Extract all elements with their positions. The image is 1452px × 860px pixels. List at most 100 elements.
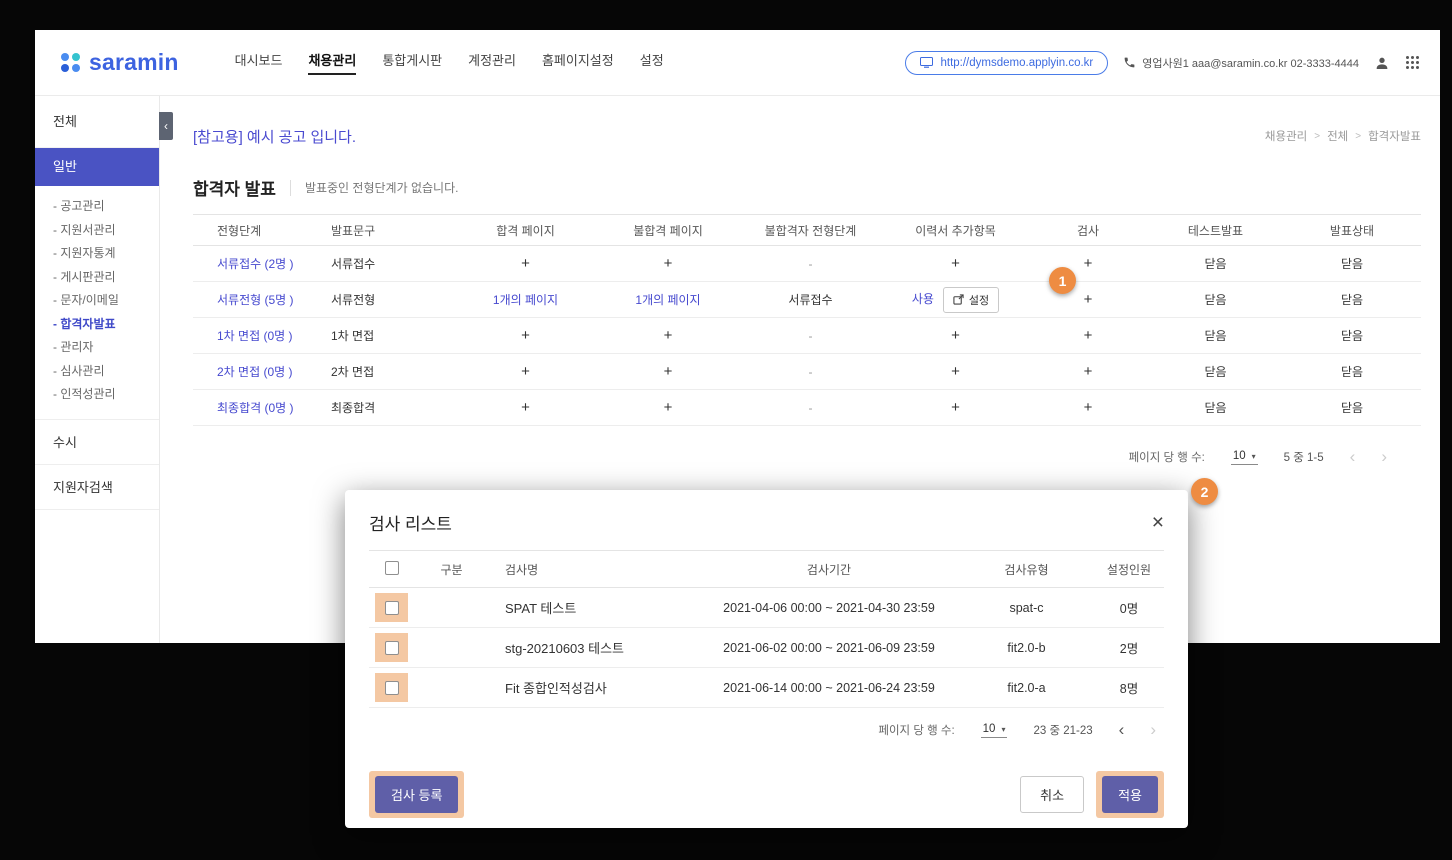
add-test-button[interactable]: +: [1084, 291, 1093, 308]
section-note: 발표중인 전형단계가 없습니다.: [304, 181, 459, 195]
pass-page-link[interactable]: 1개의 페이지: [493, 293, 558, 307]
phrase-text: 최종합격: [331, 401, 376, 415]
register-test-button[interactable]: 검사 등록: [375, 776, 459, 813]
nav-settings[interactable]: 설정: [640, 50, 664, 75]
nav-account-management[interactable]: 계정관리: [468, 50, 516, 75]
sidebar-item-admin[interactable]: - 관리자: [35, 336, 159, 360]
row-checkbox[interactable]: [384, 640, 399, 655]
annotation-badge-2: 2: [1191, 478, 1218, 505]
sidebar-item-pass-announcement[interactable]: - 합격자발표: [35, 313, 159, 337]
top-header: saramin 대시보드 채용관리 통합게시판 계정관리 홈페이지설정 설정 h…: [35, 30, 1440, 96]
breadcrumb-recruit[interactable]: 채용관리: [1265, 128, 1307, 144]
stage-link[interactable]: 1차 면접 (0명 ): [217, 329, 293, 343]
sidebar-group-susi[interactable]: 수시: [35, 420, 159, 465]
nav-integrated-board[interactable]: 통합게시판: [382, 50, 442, 75]
sidebar-group-general[interactable]: 일반: [35, 148, 159, 186]
sidebar-item-sms-email[interactable]: - 문자/이메일: [35, 289, 159, 313]
fail-page-link[interactable]: 1개의 페이지: [635, 293, 700, 307]
close-icon[interactable]: ×: [1152, 512, 1164, 533]
nav-recruit-management[interactable]: 채용관리: [308, 50, 357, 75]
add-pass-page-button[interactable]: +: [521, 327, 530, 344]
announce-status: 닫음: [1340, 365, 1364, 379]
section-header: 합격자 발표 발표중인 전형단계가 없습니다.: [193, 175, 1440, 200]
row-checkbox[interactable]: [384, 600, 399, 615]
add-pass-page-button[interactable]: +: [521, 399, 530, 416]
page-title: 합격자 발표: [193, 180, 276, 199]
add-pass-page-button[interactable]: +: [521, 363, 530, 380]
contact-text: 영업사원1 aaa@saramin.co.kr 02-3333-4444: [1142, 57, 1359, 70]
next-page-button[interactable]: ›: [1381, 448, 1387, 465]
modal-title: 검사 리스트: [369, 515, 452, 534]
table-row: 1차 면접 (0명 ) 1차 면접 + + - + + 닫음 닫음: [193, 317, 1421, 354]
job-posting-title[interactable]: [참고용] 예시 공고 입니다.: [193, 126, 356, 147]
monitor-icon: [920, 57, 934, 68]
add-resume-extra-button[interactable]: +: [951, 327, 960, 344]
sidebar-item-aptitude-mgmt[interactable]: - 인적성관리: [35, 383, 159, 407]
next-page-button[interactable]: ›: [1150, 721, 1156, 738]
page-title-row: [참고용] 예시 공고 입니다. 채용관리 > 전체 > 합격자발표: [193, 124, 1421, 148]
add-resume-extra-button[interactable]: +: [951, 399, 960, 416]
add-fail-page-button[interactable]: +: [664, 327, 673, 344]
add-pass-page-button[interactable]: +: [521, 255, 530, 272]
announce-status: 닫음: [1340, 293, 1364, 307]
col-fail-stage: 불합격자 전형단계: [738, 214, 883, 246]
stage-link[interactable]: 최종합격 (0명 ): [217, 401, 294, 415]
rows-per-page-select[interactable]: 10 ▾: [980, 721, 1008, 738]
announcement-table: 전형단계 발표문구 합격 페이지 불합격 페이지 불합격자 전형단계 이력서 추…: [193, 214, 1421, 426]
breadcrumb-all[interactable]: 전체: [1327, 128, 1348, 144]
account-contact: 영업사원1 aaa@saramin.co.kr 02-3333-4444: [1123, 55, 1359, 71]
sidebar-item-posting-mgmt[interactable]: - 공고관리: [35, 195, 159, 219]
add-fail-page-button[interactable]: +: [664, 399, 673, 416]
phrase-text: 2차 면접: [331, 365, 375, 379]
rows-per-page-label: 페이지 당 행 수:: [878, 724, 955, 737]
main-nav: 대시보드 채용관리 통합게시판 계정관리 홈페이지설정 설정: [235, 50, 664, 75]
row-checkbox[interactable]: [384, 680, 399, 695]
add-test-button[interactable]: +: [1084, 363, 1093, 380]
add-fail-page-button[interactable]: +: [664, 255, 673, 272]
table-header-row: 구분 검사명 검사기간 검사유형 설정인원: [369, 550, 1164, 588]
breadcrumb-separator: >: [1355, 130, 1362, 142]
add-test-button[interactable]: +: [1084, 327, 1093, 344]
test-type: fit2.0-b: [1007, 640, 1046, 655]
add-test-button[interactable]: +: [1084, 399, 1093, 416]
add-resume-extra-button[interactable]: +: [951, 363, 960, 380]
modal-footer: 검사 등록 취소 적용: [369, 771, 1164, 818]
site-url-button[interactable]: http://dymsdemo.applyin.co.kr: [905, 50, 1109, 75]
sidebar-item-applicant-search[interactable]: 지원자검색: [35, 465, 159, 510]
sidebar-item-board-mgmt[interactable]: - 게시판관리: [35, 266, 159, 290]
test-type: spat-c: [1009, 600, 1044, 615]
col-resume-extra: 이력서 추가항목: [883, 214, 1028, 246]
resume-extra-settings-button[interactable]: 설정: [942, 286, 1000, 313]
stage-link[interactable]: 서류접수 (2명 ): [217, 257, 294, 271]
nav-dashboard[interactable]: 대시보드: [235, 50, 283, 75]
stage-link[interactable]: 서류전형 (5명 ): [217, 293, 294, 307]
test-list-modal: 검사 리스트 × 구분 검사명 검사기간 검사유형 설정인원 SPAT 테스트 …: [345, 490, 1188, 828]
apps-grid-icon[interactable]: [1405, 55, 1420, 70]
fail-stage-value: -: [808, 400, 813, 415]
add-resume-extra-button[interactable]: +: [951, 255, 960, 272]
cancel-button[interactable]: 취소: [1020, 776, 1085, 813]
sidebar-item-application-mgmt[interactable]: - 지원서관리: [35, 219, 159, 243]
test-list-table: 구분 검사명 검사기간 검사유형 설정인원 SPAT 테스트 2021-04-0…: [369, 550, 1164, 708]
saramin-logo[interactable]: saramin: [61, 49, 179, 76]
register-button-highlight: 검사 등록: [369, 771, 465, 818]
nav-homepage-settings[interactable]: 홈페이지설정: [542, 50, 614, 75]
select-all-checkbox[interactable]: [384, 560, 399, 575]
add-fail-page-button[interactable]: +: [664, 363, 673, 380]
prev-page-button[interactable]: ‹: [1119, 721, 1125, 738]
prev-page-button[interactable]: ‹: [1350, 448, 1356, 465]
sidebar-collapse-button[interactable]: ‹: [159, 112, 173, 140]
add-test-button[interactable]: +: [1084, 255, 1093, 272]
sidebar-item-applicant-stats[interactable]: - 지원자통계: [35, 242, 159, 266]
rows-per-page-select[interactable]: 10 ▾: [1230, 448, 1258, 465]
annotation-badge-1: 1: [1049, 267, 1076, 294]
assigned-count: 2명: [1119, 642, 1139, 656]
table-row: 서류접수 (2명 ) 서류접수 + + - + + 닫음 닫음: [193, 245, 1421, 282]
sidebar-item-all[interactable]: 전체: [35, 96, 159, 148]
user-icon[interactable]: [1374, 55, 1390, 71]
col-test-period: 검사기간: [699, 550, 959, 588]
stage-link[interactable]: 2차 면접 (0명 ): [217, 365, 293, 379]
apply-button[interactable]: 적용: [1102, 776, 1158, 813]
resume-extra-use-link[interactable]: 사용: [912, 292, 934, 306]
sidebar-item-review-mgmt[interactable]: - 심사관리: [35, 360, 159, 384]
